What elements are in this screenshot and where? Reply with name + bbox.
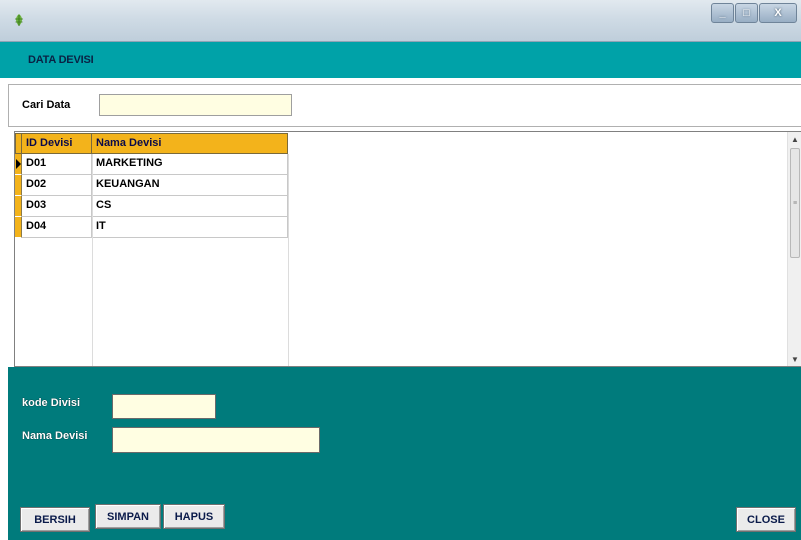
cell-id[interactable]: D02 (22, 175, 92, 196)
cell-id[interactable]: D04 (22, 217, 92, 238)
cell-nama[interactable]: IT (92, 217, 288, 238)
kode-divisi-input[interactable] (112, 394, 216, 419)
column-divider (288, 154, 289, 366)
window-controls: _ □ X (710, 3, 797, 29)
nama-devisi-input[interactable] (112, 427, 320, 453)
nama-devisi-label: Nama Devisi (22, 430, 88, 442)
current-row-pointer-icon (16, 159, 21, 169)
grid-header: ID Devisi Nama Devisi (15, 133, 288, 154)
cell-nama[interactable]: CS (92, 196, 288, 217)
table-row[interactable]: D04 IT (15, 217, 288, 238)
window-titlebar: _ □ X (0, 0, 801, 42)
table-row[interactable]: D02 KEUANGAN (15, 175, 288, 196)
kode-divisi-label: kode Divisi (22, 397, 81, 409)
row-indicator (15, 217, 22, 238)
divisi-grid[interactable]: ID Devisi Nama Devisi D01 MARKETING D02 … (14, 131, 801, 367)
search-label: Cari Data (22, 99, 71, 111)
hapus-button[interactable]: HAPUS (163, 504, 225, 529)
header-banner: DATA DEVISI (0, 42, 801, 78)
search-section: Cari Data (8, 84, 801, 127)
close-button[interactable]: CLOSE (736, 507, 796, 532)
vertical-scrollbar[interactable]: ▲ ≡ ▼ (787, 132, 801, 366)
leaf-app-icon (15, 14, 23, 26)
simpan-button[interactable]: SIMPAN (95, 504, 161, 529)
close-window-button[interactable]: X (759, 3, 797, 23)
page-title: DATA DEVISI (28, 54, 94, 66)
cell-nama[interactable]: MARKETING (92, 154, 288, 175)
column-divider (92, 154, 93, 366)
scrollbar-thumb[interactable]: ≡ (790, 148, 800, 258)
column-header-id[interactable]: ID Devisi (22, 133, 92, 154)
table-row[interactable]: D01 MARKETING (15, 154, 288, 175)
scroll-down-arrow-icon[interactable]: ▼ (788, 352, 801, 366)
cell-id[interactable]: D01 (22, 154, 92, 175)
row-indicator-header (15, 133, 22, 154)
scroll-up-arrow-icon[interactable]: ▲ (788, 132, 801, 146)
row-indicator (15, 175, 22, 196)
bersih-button[interactable]: BERSIH (20, 507, 90, 532)
search-input[interactable] (99, 94, 292, 116)
maximize-button[interactable]: □ (735, 3, 758, 23)
form-panel: kode Divisi Nama Devisi BERSIH SIMPAN HA… (8, 367, 801, 540)
table-row[interactable]: D03 CS (15, 196, 288, 217)
row-indicator (15, 154, 22, 175)
row-indicator (15, 196, 22, 217)
cell-nama[interactable]: KEUANGAN (92, 175, 288, 196)
minimize-button[interactable]: _ (711, 3, 734, 23)
cell-id[interactable]: D03 (22, 196, 92, 217)
column-header-nama[interactable]: Nama Devisi (92, 133, 288, 154)
